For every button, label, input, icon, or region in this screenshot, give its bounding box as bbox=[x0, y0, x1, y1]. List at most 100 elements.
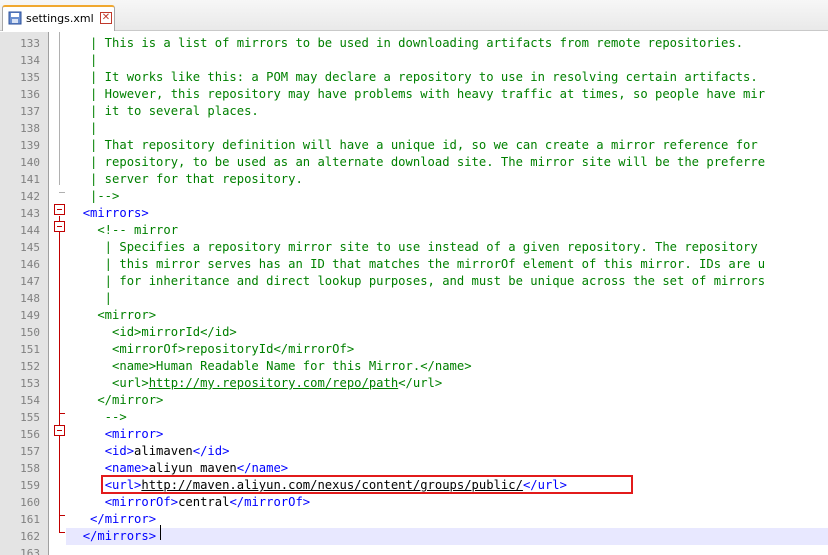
xml-tag: <mirrors> bbox=[82, 206, 149, 220]
line-text: </mirror> bbox=[68, 392, 163, 409]
line-text: | However, this repository may have prob… bbox=[68, 86, 765, 103]
code-line[interactable]: 161 </mirror> bbox=[0, 511, 828, 528]
line-number: 155 bbox=[20, 411, 40, 424]
code-line[interactable]: 153 <url>http://my.repository.com/repo/p… bbox=[0, 375, 828, 392]
xml-tag: </mirror> bbox=[90, 512, 157, 526]
code-line[interactable]: 145 | Specifies a repository mirror site… bbox=[0, 239, 828, 256]
line-text: | bbox=[68, 120, 97, 137]
comment-text: <url> bbox=[68, 376, 149, 390]
code-line[interactable]: 141 | server for that repository. bbox=[0, 171, 828, 188]
code-line[interactable]: 156 <mirror> bbox=[0, 426, 828, 443]
code-line[interactable]: 154 </mirror> bbox=[0, 392, 828, 409]
code-line[interactable]: 152 <name>Human Readable Name for this M… bbox=[0, 358, 828, 375]
code-line[interactable]: 162 </mirrors> bbox=[0, 528, 828, 545]
line-text: --> bbox=[68, 409, 127, 426]
close-icon[interactable]: ✕ bbox=[100, 12, 112, 24]
line-number: 150 bbox=[20, 326, 40, 339]
line-number: 141 bbox=[20, 173, 40, 186]
text-caret bbox=[160, 525, 161, 540]
line-text: | bbox=[68, 290, 112, 307]
code-line[interactable]: 163 bbox=[0, 545, 828, 555]
line-number: 154 bbox=[20, 394, 40, 407]
comment-text: | It works like this: a POM may declare … bbox=[68, 70, 758, 84]
line-text: | for inheritance and direct lookup purp… bbox=[68, 273, 765, 290]
line-number: 139 bbox=[20, 139, 40, 152]
code-line[interactable]: 139 | That repository definition will ha… bbox=[0, 137, 828, 154]
line-number: 152 bbox=[20, 360, 40, 373]
code-line[interactable]: 138 | bbox=[0, 120, 828, 137]
line-number: 137 bbox=[20, 105, 40, 118]
line-number: 142 bbox=[20, 190, 40, 203]
comment-text: | That repository definition will have a… bbox=[68, 138, 758, 152]
line-number: 148 bbox=[20, 292, 40, 305]
code-line[interactable]: 151 <mirrorOf>repositoryId</mirrorOf> bbox=[0, 341, 828, 358]
line-number: 159 bbox=[20, 479, 40, 492]
comment-text: <!-- mirror bbox=[68, 223, 179, 237]
comment-text: | server for that repository. bbox=[68, 172, 303, 186]
code-line[interactable]: 160 <mirrorOf>central</mirrorOf> bbox=[0, 494, 828, 511]
comment-text bbox=[68, 512, 90, 526]
line-text: | This is a list of mirrors to be used i… bbox=[68, 35, 743, 52]
code-line[interactable]: 144 <!-- mirror bbox=[0, 222, 828, 239]
code-line[interactable]: 135 | It works like this: a POM may decl… bbox=[0, 69, 828, 86]
comment-text: | for inheritance and direct lookup purp… bbox=[68, 274, 766, 288]
comment-text: <name>Human Readable Name for this Mirro… bbox=[68, 359, 472, 373]
line-text: <mirrorOf>central</mirrorOf> bbox=[68, 494, 310, 511]
line-number: 136 bbox=[20, 88, 40, 101]
annotation-highlight-box bbox=[101, 475, 633, 494]
code-line[interactable]: 133 | This is a list of mirrors to be us… bbox=[0, 35, 828, 52]
code-line[interactable]: 157 <id>alimaven</id> bbox=[0, 443, 828, 460]
tab-label: settings.xml bbox=[26, 12, 94, 25]
line-number: 156 bbox=[20, 428, 40, 441]
code-line[interactable]: 143 <mirrors> bbox=[0, 205, 828, 222]
xml-tag: </id> bbox=[192, 444, 230, 458]
comment-text bbox=[68, 206, 83, 220]
line-text: | it to several places. bbox=[68, 103, 259, 120]
comment-text: | bbox=[68, 121, 98, 135]
line-text: | That repository definition will have a… bbox=[68, 137, 758, 154]
line-text: | Specifies a repository mirror site to … bbox=[68, 239, 758, 256]
line-text: <id>mirrorId</id> bbox=[68, 324, 237, 341]
line-text: <id>alimaven</id> bbox=[68, 443, 230, 460]
line-number: 134 bbox=[20, 54, 40, 67]
line-text: | bbox=[68, 52, 97, 69]
code-line[interactable]: 146 | this mirror serves has an ID that … bbox=[0, 256, 828, 273]
line-text: | this mirror serves has an ID that matc… bbox=[68, 256, 765, 273]
line-text: |--> bbox=[68, 188, 119, 205]
code-line[interactable]: 147 | for inheritance and direct lookup … bbox=[0, 273, 828, 290]
comment-text bbox=[68, 478, 105, 492]
code-line[interactable]: 137 | it to several places. bbox=[0, 103, 828, 120]
xml-value: central bbox=[178, 495, 230, 509]
code-line[interactable]: 155 --> bbox=[0, 409, 828, 426]
code-line[interactable]: 150 <id>mirrorId</id> bbox=[0, 324, 828, 341]
line-text: <url>http://my.repository.com/repo/path<… bbox=[68, 375, 442, 392]
comment-text: | However, this repository may have prob… bbox=[68, 87, 766, 101]
comment-text bbox=[68, 495, 105, 509]
line-text: <mirrorOf>repositoryId</mirrorOf> bbox=[68, 341, 354, 358]
line-number: 133 bbox=[20, 37, 40, 50]
xml-tag: <mirror> bbox=[104, 427, 164, 441]
comment-text: <id>mirrorId</id> bbox=[68, 325, 237, 339]
line-text: | server for that repository. bbox=[68, 171, 303, 188]
xml-tag: </mirrorOf> bbox=[229, 495, 311, 509]
xml-tag: </mirrors> bbox=[82, 529, 157, 543]
comment-text: </mirror> bbox=[68, 393, 164, 407]
code-line[interactable]: 148 | bbox=[0, 290, 828, 307]
line-number: 144 bbox=[20, 224, 40, 237]
comment-text: | repository, to be used as an alternate… bbox=[68, 155, 766, 169]
tab-settings-xml[interactable]: settings.xml ✕ bbox=[2, 5, 115, 31]
line-number: 140 bbox=[20, 156, 40, 169]
code-line[interactable]: 142 |--> bbox=[0, 188, 828, 205]
comment-text: </url> bbox=[398, 376, 443, 390]
code-line[interactable]: 136 | However, this repository may have … bbox=[0, 86, 828, 103]
code-line[interactable]: 140 | repository, to be used as an alter… bbox=[0, 154, 828, 171]
comment-text: | this mirror serves has an ID that matc… bbox=[68, 257, 766, 271]
code-line[interactable]: 149 <mirror> bbox=[0, 307, 828, 324]
xml-tag: <name> bbox=[104, 461, 149, 475]
line-number: 145 bbox=[20, 241, 40, 254]
comment-text bbox=[68, 461, 105, 475]
xml-value: alimaven bbox=[134, 444, 193, 458]
code-line[interactable]: 134 | bbox=[0, 52, 828, 69]
line-text: | repository, to be used as an alternate… bbox=[68, 154, 765, 171]
url-link[interactable]: http://my.repository.com/repo/path bbox=[149, 376, 398, 390]
